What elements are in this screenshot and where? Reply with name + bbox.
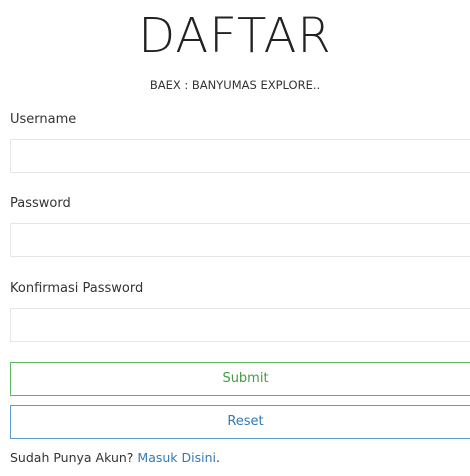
reset-button[interactable]: Reset xyxy=(10,405,470,439)
confirm-password-label: Konfirmasi Password xyxy=(10,281,144,296)
confirm-password-input[interactable] xyxy=(10,308,470,342)
page-subtitle: BAEX : BANYUMAS EXPLORE.. xyxy=(149,78,321,92)
login-prompt-text: Sudah Punya Akun? xyxy=(10,450,138,465)
login-prompt-period: . xyxy=(215,450,220,465)
password-input[interactable] xyxy=(10,223,470,257)
login-prompt: Sudah Punya Akun? Masuk Disini. xyxy=(10,450,220,466)
username-input[interactable] xyxy=(10,139,470,173)
username-label: Username xyxy=(10,112,77,127)
submit-button[interactable]: Submit xyxy=(10,362,470,396)
page-title: DAFTAR xyxy=(138,8,332,64)
register-page: DAFTAR BAEX : BANYUMAS EXPLORE.. Usernam… xyxy=(0,0,470,476)
login-link[interactable]: Masuk Disini xyxy=(137,450,216,465)
password-label: Password xyxy=(10,196,71,211)
